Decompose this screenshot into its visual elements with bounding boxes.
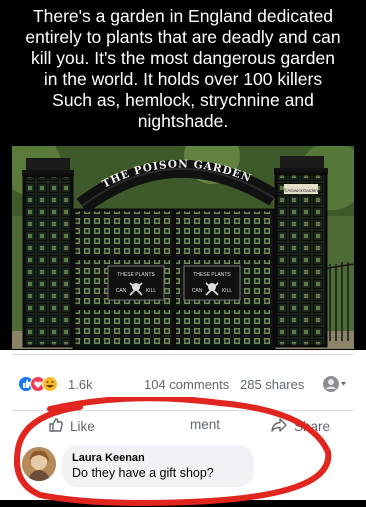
comment-bubble: Laura Keenan Do they have a gift shop? [62, 445, 254, 487]
facebook-post-footer: 1.6k 104 comments 285 shares Like ment S… [0, 350, 366, 500]
right-warning-sign: THESE PLANTS CAN KILL [183, 265, 241, 301]
reaction-count[interactable]: 1.6k [68, 377, 93, 392]
share-button[interactable]: Share [270, 417, 330, 436]
svg-text:THESE PLANTS: THESE PLANTS [117, 272, 155, 278]
left-pillar [22, 158, 74, 348]
chevron-down-icon [341, 382, 346, 386]
svg-text:KILL: KILL [146, 288, 157, 294]
svg-text:CAN: CAN [192, 288, 203, 294]
caption-line: There's a garden in England dedicated [32, 6, 334, 26]
svg-text:THESE PLANTS: THESE PLANTS [193, 272, 231, 278]
reaction-icons[interactable] [18, 376, 68, 392]
caption-line: nightshade. [137, 111, 229, 131]
comments-count[interactable]: 104 comments [144, 377, 229, 392]
audience-selector[interactable] [322, 374, 348, 394]
poison-garden-gate-photo: THE POISON GARDEN ©AlnwickGarden THESE P… [12, 146, 354, 349]
thumbs-up-icon [48, 417, 64, 436]
comment-label: ment [190, 417, 221, 432]
shares-count[interactable]: 285 shares [240, 377, 304, 392]
post-actions: Like ment Share [0, 410, 366, 446]
profile-icon [323, 376, 339, 392]
haha-reaction-icon [42, 376, 58, 392]
caption-line: entirely to plants that are deadly and c… [25, 27, 341, 47]
avatar[interactable] [22, 447, 56, 481]
share-arrow-icon [270, 417, 288, 436]
right-pillar [274, 156, 328, 348]
svg-text:CAN: CAN [116, 288, 127, 294]
left-warning-sign: THESE PLANTS CAN KILL [107, 265, 165, 301]
reactions-row: 1.6k 104 comments 285 shares [0, 350, 366, 418]
svg-text:KILL: KILL [222, 288, 233, 294]
plaque-text: ©AlnwickGarden [284, 187, 318, 193]
comment-author[interactable]: Laura Keenan [72, 452, 244, 464]
comment-text: Do they have a gift shop? [72, 466, 214, 480]
caption-line: Such as, hemlock, strychnine and [52, 90, 314, 110]
like-label: Like [70, 419, 95, 434]
caption-line: in the world. It holds over 100 killers [43, 69, 323, 89]
comment-button[interactable]: ment [190, 417, 220, 432]
share-label: Share [294, 419, 331, 434]
meme-caption: There's a garden in England dedicated en… [0, 0, 366, 145]
like-button[interactable]: Like [48, 417, 95, 436]
comment-item: Laura Keenan Do they have a gift shop? [18, 445, 358, 500]
caption-line: kill you. It's the most dangerous garden [31, 48, 335, 68]
